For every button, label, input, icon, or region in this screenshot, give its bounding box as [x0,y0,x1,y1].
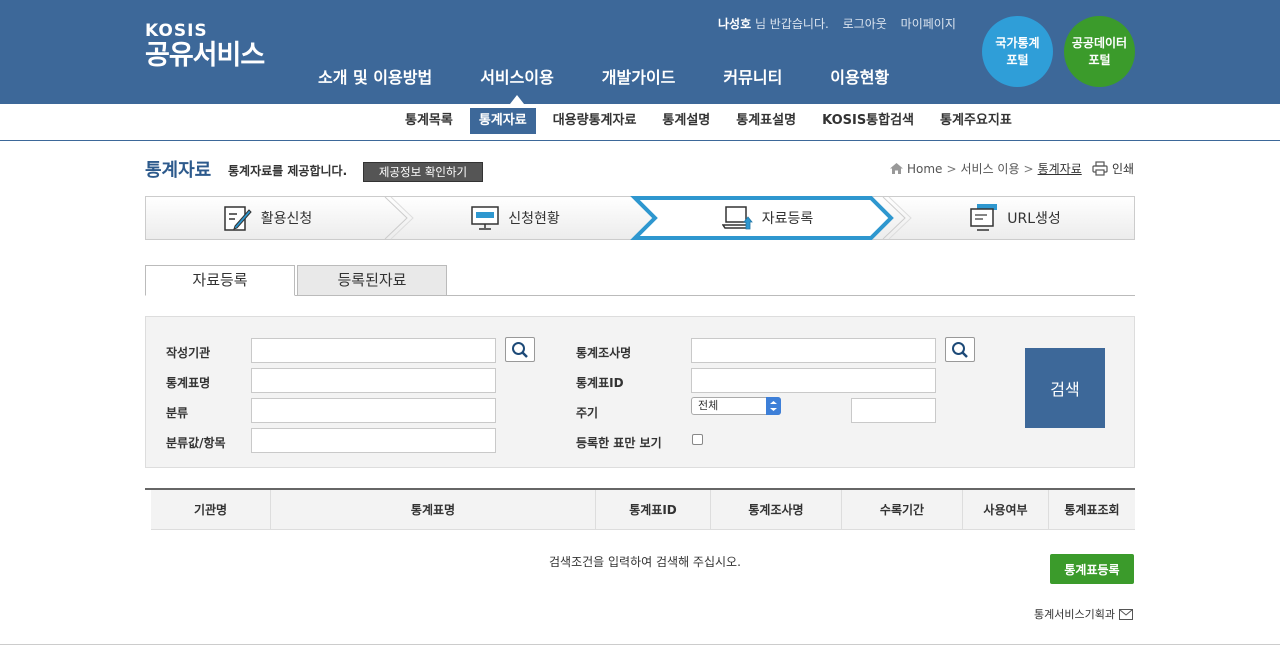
step-register[interactable]: 자료등록 [655,196,880,240]
printer-icon [1092,161,1108,176]
tab-registered[interactable]: 등록된자료 [297,265,447,296]
org-search-button[interactable] [505,337,535,362]
mypage-link[interactable]: 마이페이지 [901,17,956,31]
survey-search-button[interactable] [945,337,975,362]
main-nav: 소개 및 이용방법 서비스이용 개발가이드 커뮤니티 이용현황 [318,64,937,104]
contact-label: 통계서비스기획과 [1034,608,1115,621]
portal2-line1: 공공데이터 [1071,35,1128,50]
search-form: 작성기관 통계표명 분류 분류값/항목 통계조사명 통계표ID 주기 전체 등록… [145,316,1135,468]
col-table-name: 통계표명 [271,490,596,529]
info-button[interactable]: 제공정보 확인하기 [363,162,483,182]
subnav-stat-list[interactable]: 통계목록 [396,108,462,134]
cycle-period-input[interactable] [851,398,936,423]
logo-kosis: KOSIS [145,21,208,41]
label-table-name: 통계표명 [166,376,211,390]
cycle-select-value: 전체 [698,399,719,412]
breadcrumb-service[interactable]: 서비스 이용 [961,160,1020,177]
org-input[interactable] [251,338,496,363]
upload-laptop-icon [721,205,754,231]
col-period: 수록기간 [842,490,963,529]
logout-link[interactable]: 로그아웃 [843,17,887,31]
process-steps: 활용신청 신청현황 자료등록 URL생성 [145,196,1135,240]
cycle-select[interactable]: 전체 [691,397,781,415]
label-only-registered: 등록한 표만 보기 [576,436,662,450]
subnav-stat-desc[interactable]: 통계설명 [653,108,719,134]
utility-bar: 나성호 님 반갑습니다. 로그아웃 마이페이지 [718,15,956,32]
step-status-label: 신청현황 [508,211,560,227]
mail-icon [1118,608,1133,620]
edit-document-icon [223,204,253,232]
page-description: 통계자료를 제공합니다. [228,164,348,178]
label-table-id: 통계표ID [576,376,624,390]
table-id-input[interactable] [691,368,936,393]
step-register-label: 자료등록 [761,211,814,227]
monitor-icon [470,205,500,231]
nav-community[interactable]: 커뮤니티 [723,64,782,88]
logo-title: 공유서비스 [145,40,265,71]
only-registered-checkbox[interactable] [692,434,703,445]
footer-divider [0,644,1280,645]
category-item-input[interactable] [251,428,496,453]
subnav-integrated-search[interactable]: KOSIS통합검색 [813,108,923,134]
result-table: 기관명 통계표명 통계표ID 통계조사명 수록기간 사용여부 통계표조회 [145,488,1135,530]
step-status[interactable]: 신청현황 [395,196,635,240]
nav-service[interactable]: 서비스이용 [480,64,554,104]
label-survey: 통계조사명 [576,346,632,360]
register-table-button[interactable]: 통계표등록 [1050,554,1134,584]
url-monitor-icon [969,203,999,233]
label-org: 작성기관 [166,346,211,360]
breadcrumb: Home > 서비스 이용 > 통계자료 [889,160,1082,177]
survey-input[interactable] [691,338,936,363]
label-cycle: 주기 [576,406,599,420]
nav-dev-guide[interactable]: 개발가이드 [602,64,676,88]
chevron-updown-icon [766,397,781,415]
breadcrumb-current[interactable]: 통계자료 [1038,160,1082,177]
empty-message: 검색조건을 입력하여 검색해 주십시오. [549,555,741,569]
public-data-portal-button[interactable]: 공공데이터포털 [1064,16,1135,87]
col-org: 기관명 [151,490,271,529]
home-icon [890,163,903,174]
portal1-line2: 포털 [1006,52,1029,67]
subnav-stat-data[interactable]: 통계자료 [469,108,536,134]
kosis-portal-button[interactable]: 국가통계포털 [982,16,1053,87]
print-label: 인쇄 [1112,162,1135,176]
search-button[interactable]: 검색 [1025,348,1105,428]
subnav-bulk-data[interactable]: 대용량통계자료 [544,108,646,134]
header: KOSIS 공유서비스 나성호 님 반갑습니다. 로그아웃 마이페이지 소개 및… [0,0,1280,104]
search-icon [952,341,968,358]
page-title: 통계자료 [145,160,212,181]
step-apply[interactable]: 활용신청 [145,196,390,240]
tab-register[interactable]: 자료등록 [145,265,295,296]
site-logo[interactable]: KOSIS 공유서비스 [145,21,265,72]
col-usage: 사용여부 [963,490,1049,529]
label-category-item: 분류값/항목 [166,436,226,450]
portal1-line1: 국가통계 [995,35,1040,50]
subnav-key-indicators[interactable]: 통계주요지표 [931,108,1021,134]
content-tabs: 자료등록 등록된자료 [145,265,1135,296]
col-table-id: 통계표ID [596,490,711,529]
step-url-label: URL생성 [1007,211,1061,227]
step-url[interactable]: URL생성 [895,196,1135,240]
user-name: 나성호 [718,17,752,31]
search-icon [512,341,528,358]
breadcrumb-home[interactable]: Home [907,162,942,176]
step-apply-label: 활용신청 [260,211,313,227]
portal2-line2: 포털 [1088,52,1111,67]
nav-intro[interactable]: 소개 및 이용방법 [318,64,432,88]
category-input[interactable] [251,398,496,423]
subnav-table-desc[interactable]: 통계표설명 [727,108,805,134]
print-button[interactable]: 인쇄 [1092,160,1134,177]
table-header: 기관명 통계표명 통계표ID 통계조사명 수록기간 사용여부 통계표조회 [151,490,1135,530]
sub-nav: 통계목록 통계자료 대용량통계자료 통계설명 통계표설명 KOSIS통합검색 통… [0,104,1280,141]
contact-link[interactable]: 통계서비스기획과 [1034,606,1133,622]
greeting: 님 반갑습니다. [754,17,829,31]
col-survey: 통계조사명 [711,490,842,529]
nav-usage[interactable]: 이용현황 [830,64,889,88]
col-view: 통계표조회 [1064,503,1120,517]
table-name-input[interactable] [251,368,496,393]
label-category: 분류 [166,406,189,420]
